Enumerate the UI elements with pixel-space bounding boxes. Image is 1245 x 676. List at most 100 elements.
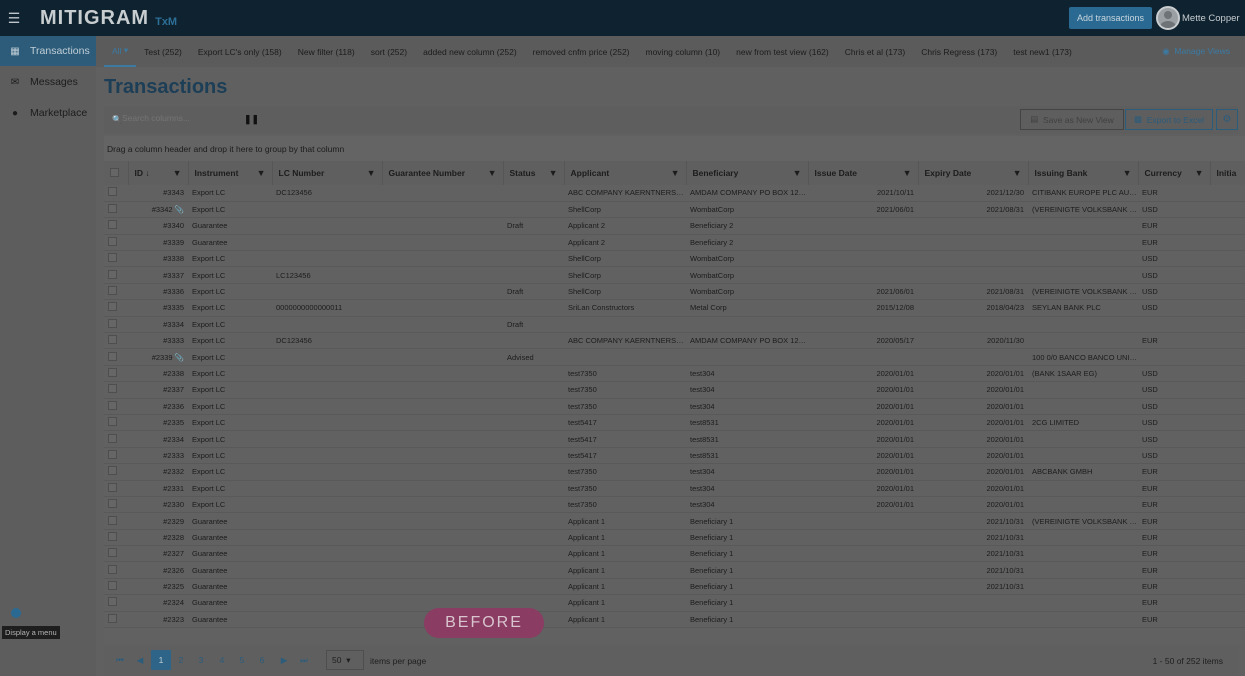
sidebar-item-marketplace[interactable]: ● Marketplace xyxy=(0,98,96,128)
last-page-icon[interactable]: ⏭ xyxy=(294,650,314,670)
search-input[interactable] xyxy=(122,113,232,123)
tab-chris-regress[interactable]: Chris Regress (173) xyxy=(913,36,1005,67)
select-all-header[interactable] xyxy=(104,161,129,185)
table-row[interactable]: #2323 Guarantee Applicant 1 Beneficiary 1 EU… xyxy=(104,611,1245,629)
tab-test[interactable]: Test (252) xyxy=(136,36,190,67)
checkbox[interactable] xyxy=(108,400,117,410)
column-header-currency[interactable]: Currency ▼ xyxy=(1138,161,1211,185)
column-header-beneficiary[interactable]: Beneficiary ▼ xyxy=(686,161,809,185)
checkbox[interactable] xyxy=(108,335,117,345)
tab-export-lcs[interactable]: Export LC's only (158) xyxy=(190,36,290,67)
checkbox[interactable] xyxy=(108,466,117,476)
checkbox[interactable] xyxy=(108,253,117,263)
column-header-issuing-bank[interactable]: Issuing Bank ▼ xyxy=(1028,161,1139,185)
tab-moving-column[interactable]: moving column (10) xyxy=(638,36,729,67)
checkbox[interactable] xyxy=(108,236,117,246)
prev-page-icon[interactable]: ◀ xyxy=(130,650,150,670)
table-row[interactable]: #2326 Guarantee Applicant 1 Beneficiary 1 20… xyxy=(104,561,1245,579)
checkbox[interactable] xyxy=(108,613,117,623)
hamburger-menu-icon[interactable]: ☰ xyxy=(0,0,28,36)
filter-icon[interactable]: ▼ xyxy=(671,168,680,178)
filter-icon[interactable]: ▼ xyxy=(549,168,558,178)
column-header-applicant[interactable]: Applicant ▼ xyxy=(564,161,687,185)
play-icon[interactable] xyxy=(11,608,21,618)
page-3-button[interactable]: 3 xyxy=(191,650,211,670)
checkbox[interactable] xyxy=(110,167,119,177)
table-row[interactable]: #2339 📎 Export LC Advised 100 0/0 BANCO BAN… xyxy=(104,348,1245,366)
column-header-status[interactable]: Status ▼ xyxy=(503,161,565,185)
table-row[interactable]: #2329 Guarantee Applicant 1 Beneficiary 1 20… xyxy=(104,512,1245,530)
checkbox[interactable] xyxy=(108,581,117,591)
table-row[interactable]: #2324 Guarantee Applicant 1 Beneficiary 1 EU… xyxy=(104,594,1245,612)
tab-removed-cnfm-price[interactable]: removed cnfm price (252) xyxy=(525,36,638,67)
column-header-id[interactable]: ID ↓ ▼ xyxy=(128,161,189,185)
manage-views-link[interactable]: ◉ Manage Views xyxy=(1162,46,1230,57)
table-row[interactable]: #3340 Guarantee Draft Applicant 2 Beneficiar… xyxy=(104,217,1245,235)
first-page-icon[interactable]: ⏮ xyxy=(110,650,130,670)
checkbox[interactable] xyxy=(108,318,117,328)
table-row[interactable]: #3338 Export LC ShellCorp WombatCorp USD xyxy=(104,250,1245,268)
filter-icon[interactable]: ▼ xyxy=(257,168,266,178)
filter-icon[interactable]: ▼ xyxy=(793,168,802,178)
next-page-icon[interactable]: ▶ xyxy=(274,650,294,670)
add-transactions-button[interactable]: Add transactions xyxy=(1069,7,1152,29)
page-2-button[interactable]: 2 xyxy=(171,650,191,670)
table-row[interactable]: #3339 Guarantee Applicant 2 Beneficiary 2 EU… xyxy=(104,234,1245,252)
table-row[interactable]: #2335 Export LC test5417 test8531 2020/01/01… xyxy=(104,414,1245,432)
table-row[interactable]: #3335 Export LC 0000000000000011 SriLan Con… xyxy=(104,299,1245,317)
table-row[interactable]: #3343 Export LC DC123456 ABC COMPANY KAERNT… xyxy=(104,185,1245,202)
checkbox[interactable] xyxy=(108,449,117,459)
page-6-button[interactable]: 6 xyxy=(252,650,272,670)
table-row[interactable]: #2334 Export LC test5417 test8531 2020/01/01… xyxy=(104,430,1245,448)
page-1-button[interactable]: 1 xyxy=(151,650,171,670)
column-header-initia[interactable]: Initia xyxy=(1210,161,1245,185)
tab-chris-et-al[interactable]: Chris et al (173) xyxy=(837,36,913,67)
sidebar-item-messages[interactable]: ✉ Messages xyxy=(0,67,96,97)
filter-icon[interactable]: ▼ xyxy=(1013,168,1022,178)
checkbox[interactable] xyxy=(108,433,117,443)
tab-new-from-test-view[interactable]: new from test view (162) xyxy=(728,36,837,67)
table-row[interactable]: #3342 📎 Export LC ShellCorp WombatCorp 2021/… xyxy=(104,201,1245,219)
table-row[interactable]: #3333 Export LC DC123456 ABC COMPANY KAERNT… xyxy=(104,332,1245,350)
columns-icon[interactable]: ❚❚ xyxy=(244,114,259,125)
checkbox[interactable] xyxy=(108,417,117,427)
checkbox[interactable] xyxy=(108,204,117,214)
table-row[interactable]: #3336 Export LC Draft ShellCorp WombatCorp 20… xyxy=(104,283,1245,301)
table-row[interactable]: #3337 Export LC LC123456 ShellCorp WombatCor… xyxy=(104,266,1245,284)
filter-icon[interactable]: ▼ xyxy=(367,168,376,178)
checkbox[interactable] xyxy=(108,499,117,509)
checkbox[interactable] xyxy=(108,187,117,197)
checkbox[interactable] xyxy=(108,531,117,541)
table-row[interactable]: #3334 Export LC Draft xyxy=(104,316,1245,334)
page-5-button[interactable]: 5 xyxy=(232,650,252,670)
checkbox[interactable] xyxy=(108,515,117,525)
checkbox[interactable] xyxy=(108,367,117,377)
tab-added-new-column[interactable]: added new column (252) xyxy=(415,36,525,67)
table-row[interactable]: #2330 Export LC test7350 test304 2020/01/01 2… xyxy=(104,496,1245,514)
tab-new-filter[interactable]: New filter (118) xyxy=(290,36,363,67)
column-header-issue-date[interactable]: Issue Date ▼ xyxy=(808,161,919,185)
checkbox[interactable] xyxy=(108,302,117,312)
items-per-page-select[interactable]: 50 ▾ xyxy=(326,650,364,670)
table-row[interactable]: #2338 Export LC test7350 test304 2020/01/01 2… xyxy=(104,365,1245,383)
gear-icon[interactable]: ⚙ xyxy=(1216,109,1238,130)
table-row[interactable]: #2325 Guarantee Applicant 1 Beneficiary 1 20… xyxy=(104,578,1245,596)
checkbox[interactable] xyxy=(108,564,117,574)
column-header-expiry-date[interactable]: Expiry Date ▼ xyxy=(918,161,1029,185)
filter-icon[interactable]: ▼ xyxy=(1123,168,1132,178)
column-header-guarantee-number[interactable]: Guarantee Number ▼ xyxy=(382,161,504,185)
table-row[interactable]: #2332 Export LC test7350 test304 2020/01/01 2… xyxy=(104,463,1245,481)
checkbox[interactable] xyxy=(108,269,117,279)
tab-sort[interactable]: sort (252) xyxy=(363,36,415,67)
filter-icon[interactable]: ▼ xyxy=(488,168,497,178)
save-as-new-view-button[interactable]: ▤ Save as New View xyxy=(1020,109,1124,130)
table-row[interactable]: #2333 Export LC test5417 test8531 2020/01/01… xyxy=(104,447,1245,465)
page-4-button[interactable]: 4 xyxy=(212,650,232,670)
export-to-excel-button[interactable]: ▩ Export to Excel xyxy=(1125,109,1213,130)
checkbox[interactable] xyxy=(108,482,117,492)
column-header-instrument[interactable]: Instrument ▼ xyxy=(188,161,273,185)
table-row[interactable]: #2331 Export LC test7350 test304 2020/01/01 2… xyxy=(104,480,1245,497)
tab-all[interactable]: All ▾ xyxy=(104,36,137,67)
checkbox[interactable] xyxy=(108,597,117,607)
table-row[interactable]: #2337 Export LC test7350 test304 2020/01/01 2… xyxy=(104,381,1245,399)
